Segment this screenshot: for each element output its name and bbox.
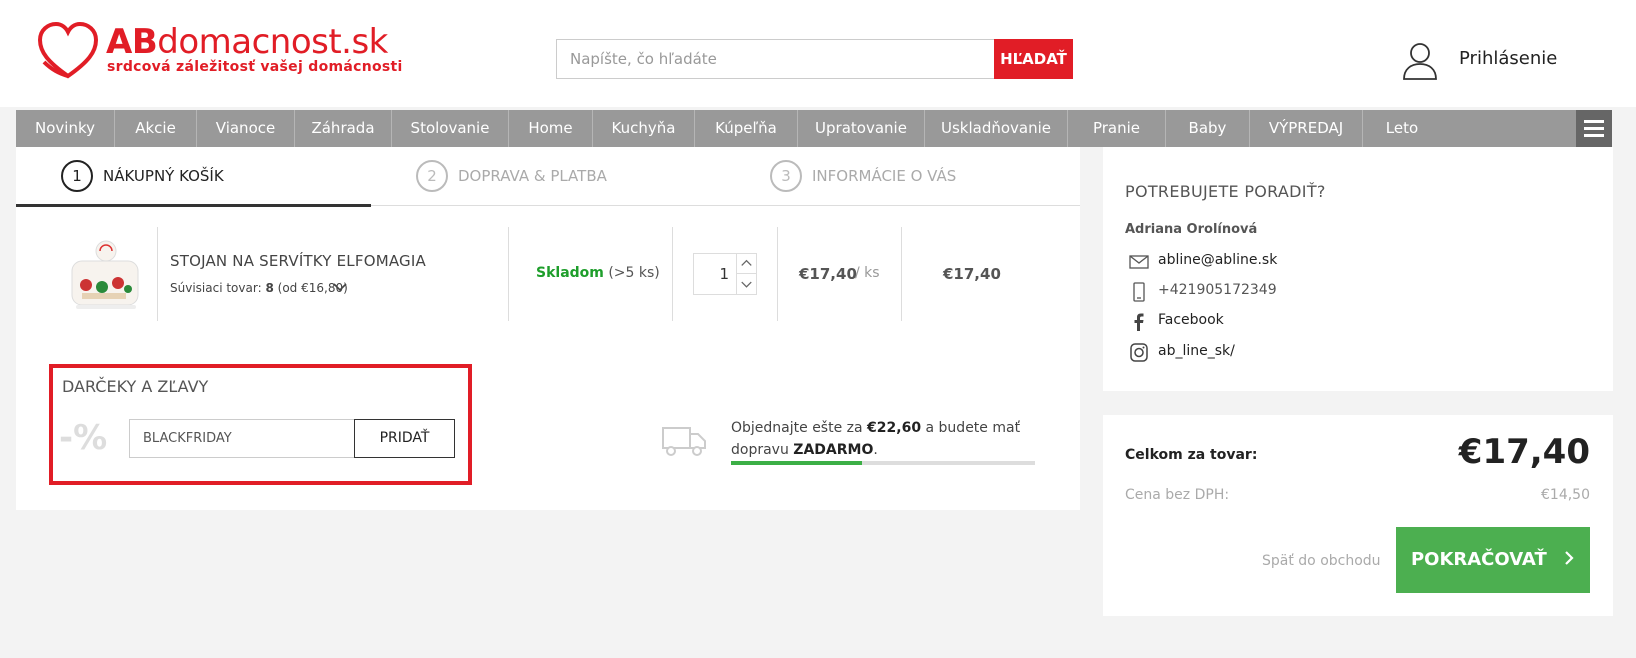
mail-icon	[1129, 255, 1149, 269]
stock-qty: (>5 ks)	[608, 265, 660, 281]
add-coupon-button[interactable]: PRIDAŤ	[354, 419, 455, 458]
nav-item-uskladnovanie[interactable]: Uskladňovanie	[925, 110, 1068, 147]
logo-ab: AB	[106, 22, 158, 62]
step-shipping[interactable]: 2 DOPRAVA & PLATBA	[416, 158, 607, 194]
instagram-icon	[1130, 343, 1148, 362]
step-number: 3	[770, 160, 802, 192]
related-products[interactable]: Súvisiaci tovar: 8 (od €16,80)	[170, 281, 348, 295]
ship-free: ZADARMO	[793, 442, 874, 458]
help-title: POTREBUJETE PORADIŤ?	[1125, 182, 1326, 201]
continue-label: POKRAČOVAŤ	[1410, 549, 1547, 570]
nav-item-vianoce[interactable]: Vianoce	[197, 110, 295, 147]
total-label: Celkom za tovar:	[1125, 447, 1258, 463]
divider	[777, 227, 778, 321]
step-number: 1	[61, 160, 93, 192]
search-input[interactable]	[556, 39, 994, 79]
contact-email[interactable]: abline@abline.sk	[1158, 252, 1277, 268]
coupon-input[interactable]	[129, 419, 355, 458]
stock-status: Skladom (>5 ks)	[536, 265, 660, 281]
contact-name: Adriana Orolínová	[1125, 222, 1258, 237]
step-info[interactable]: 3 INFORMÁCIE O VÁS	[770, 158, 956, 194]
phone-icon	[1133, 282, 1145, 302]
nav-item-leto[interactable]: Leto	[1363, 110, 1441, 147]
quantity-input[interactable]: 1	[693, 253, 735, 295]
facebook-link[interactable]: Facebook	[1158, 312, 1224, 328]
user-icon[interactable]	[1402, 42, 1438, 80]
chevron-down-icon[interactable]	[333, 282, 347, 292]
nav-item-baby[interactable]: Baby	[1166, 110, 1250, 147]
logo-text[interactable]: ABdomacnost.sk	[106, 22, 388, 62]
divider	[508, 227, 509, 321]
menu-icon[interactable]	[1576, 110, 1612, 147]
nav-item-zahrada[interactable]: Záhrada	[295, 110, 392, 147]
main-nav: Novinky Akcie Vianoce Záhrada Stolovanie…	[16, 110, 1612, 147]
logo-heart-icon[interactable]	[38, 22, 98, 80]
price-without-vat-value: €14,50	[1541, 487, 1590, 503]
search-button[interactable]: HĽADAŤ	[994, 39, 1073, 79]
product-image[interactable]	[66, 237, 146, 317]
ship-text-end: .	[873, 442, 878, 458]
divider	[157, 227, 158, 321]
contact-phone[interactable]: +421905172349	[1158, 282, 1277, 298]
truck-icon	[662, 427, 706, 456]
login-link[interactable]: Prihlásenie	[1459, 47, 1557, 71]
unit-per: / ks	[855, 265, 880, 281]
percent-icon: -%	[59, 418, 108, 458]
divider	[901, 227, 902, 321]
chevron-right-icon	[1565, 551, 1574, 565]
facebook-icon	[1134, 313, 1144, 331]
chevron-up-icon[interactable]	[736, 254, 756, 274]
nav-item-kuchyna[interactable]: Kuchyňa	[593, 110, 695, 147]
chevron-down-icon[interactable]	[736, 274, 756, 294]
step-label: NÁKUPNÝ KOŠÍK	[103, 167, 224, 185]
related-count: 8	[265, 281, 274, 295]
stock-label: Skladom	[536, 265, 604, 281]
unit-price: €17,40	[799, 265, 857, 283]
step-cart[interactable]: 1 NÁKUPNÝ KOŠÍK	[61, 158, 224, 194]
nav-item-akcie[interactable]: Akcie	[115, 110, 197, 147]
nav-item-pranie[interactable]: Pranie	[1068, 110, 1166, 147]
free-shipping-progress	[731, 461, 1035, 465]
nav-item-vypredaj[interactable]: VÝPREDAJ	[1250, 110, 1363, 147]
logo-domain: domacnost.sk	[157, 22, 388, 62]
related-prefix: Súvisiaci tovar:	[170, 281, 262, 295]
back-to-shop-link[interactable]: Späť do obchodu	[1262, 553, 1381, 569]
ship-amount: €22,60	[867, 420, 922, 436]
step-label: DOPRAVA & PLATBA	[458, 167, 607, 185]
divider	[672, 227, 673, 321]
steps-active-indicator	[16, 204, 371, 207]
instagram-link[interactable]: ab_line_sk/	[1158, 343, 1235, 359]
step-number: 2	[416, 160, 448, 192]
free-shipping-text: Objednajte ešte za €22,60 a budete mať d…	[731, 417, 1051, 461]
continue-button[interactable]: POKRAČOVAŤ	[1396, 527, 1590, 593]
price-without-vat-label: Cena bez DPH:	[1125, 487, 1230, 503]
nav-item-stolovanie[interactable]: Stolovanie	[392, 110, 509, 147]
ship-text-before: Objednajte ešte za	[731, 420, 863, 436]
line-total: €17,40	[943, 265, 1001, 283]
logo-tagline: srdcová záležitosť vašej domácnosti	[107, 59, 403, 75]
nav-item-home[interactable]: Home	[509, 110, 593, 147]
nav-item-novinky[interactable]: Novinky	[16, 110, 115, 147]
total-value: €17,40	[1458, 432, 1590, 472]
step-label: INFORMÁCIE O VÁS	[812, 167, 957, 185]
gifts-title: DARČEKY A ZĽAVY	[62, 377, 209, 396]
nav-item-kupelna[interactable]: Kúpeľňa	[695, 110, 798, 147]
progress-fill	[731, 461, 862, 465]
nav-item-upratovanie[interactable]: Upratovanie	[798, 110, 925, 147]
product-name[interactable]: STOJAN NA SERVÍTKY ELFOMAGIA	[170, 252, 426, 270]
